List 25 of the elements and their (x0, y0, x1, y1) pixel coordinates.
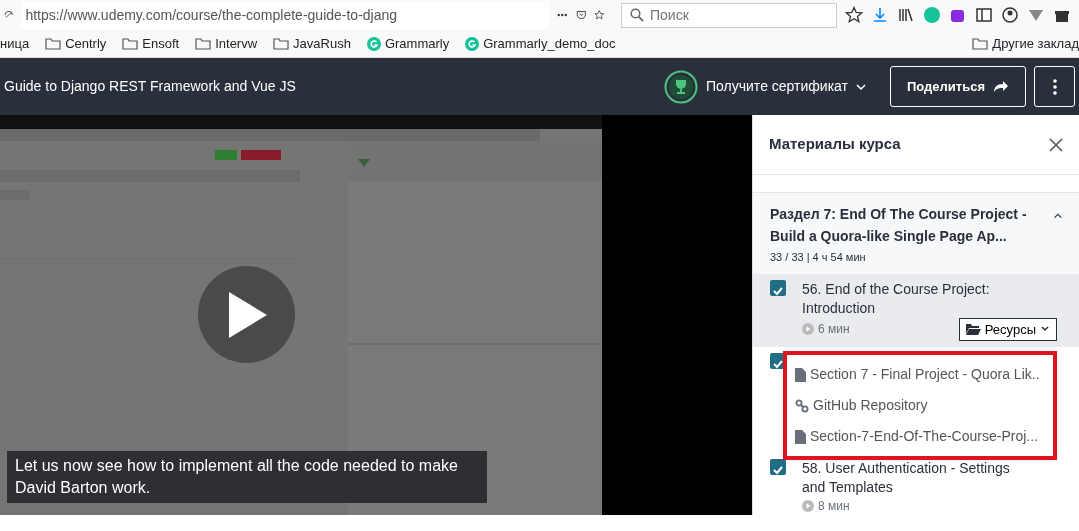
caption-text: Let us now see how to implement all the code needed to make David Barton work. (7, 451, 487, 503)
course-title: Guide to Django REST Framework and Vue JS (4, 77, 296, 96)
duration-text: 8 мин (818, 498, 850, 515)
bookmark-link[interactable]: Ensoft (142, 33, 180, 54)
bookmark-link[interactable]: JavaRush (293, 33, 351, 54)
search-field[interactable]: Поиск (621, 2, 837, 28)
resource-link[interactable]: Section-7-End-Of-The-Course-Proj... (810, 421, 1038, 452)
bookmark-link[interactable]: Centrly (65, 33, 107, 54)
sidebar-title: Материалы курса (769, 134, 901, 155)
resource-link[interactable]: GitHub Repository (813, 390, 928, 421)
lesson-title[interactable]: 56. End of the Course Project: Introduction (802, 279, 1012, 318)
duration-text: 6 мин (818, 321, 850, 339)
search-input[interactable]: Поиск (648, 3, 828, 27)
bookmark-link[interactable]: Intervw (215, 33, 258, 54)
bookmark-link[interactable]: Grammarly (384, 33, 450, 54)
share-button[interactable]: Поделиться (889, 66, 1026, 107)
section-meta: 33 / 33 | 4 ч 54 мин (770, 250, 867, 265)
certificate-link[interactable]: Получите сертификат (706, 76, 866, 97)
lesson-title[interactable]: 58. User Authentication - Settings and Templates (802, 459, 1012, 497)
resource-link[interactable]: Section 7 - Final Project - Quora Lik.. (810, 359, 1040, 390)
section-title[interactable]: Раздел 7: End Of The Course Project - Build a Quora-like Single Page Ap... (770, 203, 1047, 247)
bookmark-link[interactable]: Grammarly_demo_doc (483, 33, 616, 54)
resources-button[interactable]: Ресурсы (958, 317, 1057, 341)
bookmark-link[interactable]: ница (0, 33, 30, 54)
bookmark-link[interactable]: Другие заклад (992, 33, 1079, 54)
